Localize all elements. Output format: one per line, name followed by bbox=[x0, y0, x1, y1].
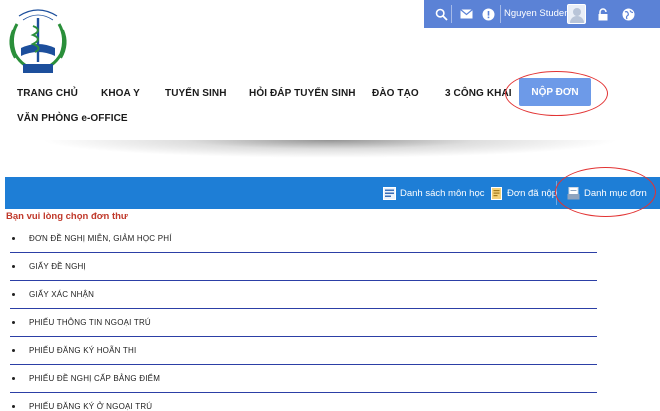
nav-tuyen-sinh[interactable]: TUYỂN SINH bbox=[165, 88, 227, 99]
form-catalog-icon bbox=[567, 186, 580, 200]
user-toolbar: Nguyen Student bbox=[424, 0, 660, 28]
globe-icon[interactable] bbox=[619, 5, 637, 23]
form-link[interactable]: ĐƠN ĐỀ NGHỊ MIỄN, GIẢM HỌC PHÍ bbox=[29, 234, 172, 243]
bullet bbox=[12, 237, 15, 240]
bullet bbox=[12, 293, 15, 296]
toolbar-submitted-forms[interactable]: Đơn đã nộp bbox=[490, 185, 557, 201]
bullet bbox=[12, 405, 15, 408]
list-item[interactable]: PHIẾU THÔNG TIN NGOẠI TRÚ bbox=[10, 309, 597, 337]
list-item[interactable]: ĐƠN ĐỀ NGHỊ MIỄN, GIẢM HỌC PHÍ bbox=[10, 225, 597, 253]
list-item[interactable]: PHIẾU ĐĂNG KÝ Ở NGOẠI TRÚ bbox=[10, 393, 597, 411]
section-divider-shadow bbox=[40, 140, 620, 158]
divider bbox=[451, 5, 452, 23]
toolbar-form-catalog[interactable]: Danh mục đơn bbox=[567, 185, 647, 201]
nav-3-cong-khai[interactable]: 3 CÔNG KHAI bbox=[445, 88, 512, 99]
nav-van-phong-e-office[interactable]: VĂN PHÒNG e-OFFICE bbox=[17, 113, 128, 124]
submitted-forms-icon bbox=[490, 186, 503, 200]
form-link[interactable]: GIẤY XÁC NHẬN bbox=[29, 290, 94, 299]
bullet bbox=[12, 265, 15, 268]
form-list: ĐƠN ĐỀ NGHỊ MIỄN, GIẢM HỌC PHÍ GIẤY ĐỀ N… bbox=[10, 225, 610, 411]
choose-form-prompt: Bạn vui lòng chọn đơn thư bbox=[6, 211, 128, 222]
bullet bbox=[12, 349, 15, 352]
nav-khoa-y[interactable]: KHOA Y bbox=[101, 88, 140, 99]
form-link[interactable]: PHIẾU ĐỀ NGHỊ CẤP BẢNG ĐIỂM bbox=[29, 374, 160, 383]
divider bbox=[500, 5, 501, 23]
avatar[interactable] bbox=[567, 4, 586, 24]
toolbar-course-list[interactable]: Danh sách môn học bbox=[383, 185, 485, 201]
list-item[interactable]: PHIẾU ĐĂNG KÝ HOÃN THI bbox=[10, 337, 597, 365]
username[interactable]: Nguyen Student bbox=[504, 8, 572, 19]
lock-icon[interactable] bbox=[594, 5, 612, 23]
list-item[interactable]: GIẤY ĐỀ NGHỊ bbox=[10, 253, 597, 281]
faculty-logo[interactable] bbox=[3, 4, 73, 78]
toolbar-label: Đơn đã nộp bbox=[507, 187, 558, 199]
form-toolbar: Danh sách môn học Đơn đã nộp Danh mục đơ… bbox=[5, 177, 660, 209]
nav-dao-tao[interactable]: ĐÀO TẠO bbox=[372, 88, 419, 99]
toolbar-label: Danh sách môn học bbox=[400, 187, 485, 199]
mail-icon[interactable] bbox=[457, 5, 475, 23]
nav-hoi-dap-tuyen-sinh[interactable]: HỎI ĐÁP TUYỂN SINH bbox=[249, 88, 356, 99]
alert-icon[interactable] bbox=[479, 5, 497, 23]
list-item[interactable]: PHIẾU ĐỀ NGHỊ CẤP BẢNG ĐIỂM bbox=[10, 365, 597, 393]
form-link[interactable]: PHIẾU ĐĂNG KÝ Ở NGOẠI TRÚ bbox=[29, 402, 152, 411]
divider bbox=[556, 181, 557, 205]
bullet bbox=[12, 321, 15, 324]
form-link[interactable]: PHIẾU ĐĂNG KÝ HOÃN THI bbox=[29, 346, 136, 355]
form-link[interactable]: PHIẾU THÔNG TIN NGOẠI TRÚ bbox=[29, 318, 151, 327]
bullet bbox=[12, 377, 15, 380]
nav-trang-chu[interactable]: TRANG CHỦ bbox=[17, 88, 78, 99]
list-item[interactable]: GIẤY XÁC NHẬN bbox=[10, 281, 597, 309]
form-link[interactable]: GIẤY ĐỀ NGHỊ bbox=[29, 262, 86, 271]
course-list-icon bbox=[383, 186, 396, 200]
toolbar-label: Danh mục đơn bbox=[584, 187, 647, 199]
nav-nop-don[interactable]: NỘP ĐƠN bbox=[519, 78, 591, 106]
search-icon[interactable] bbox=[432, 5, 450, 23]
